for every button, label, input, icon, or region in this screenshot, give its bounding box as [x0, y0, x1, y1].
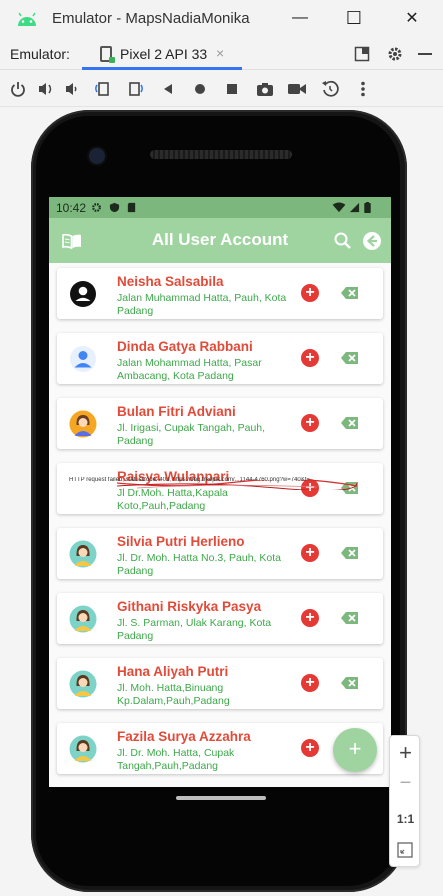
- front-camera: [89, 148, 105, 164]
- android-status-bar: 10:42: [49, 197, 391, 218]
- sd-card-status-icon: [127, 202, 136, 213]
- delete-icon[interactable]: [341, 286, 359, 300]
- fit-screen-icon[interactable]: [397, 842, 413, 858]
- zoom-panel: + − 1:1: [389, 735, 420, 867]
- rotate-left-icon[interactable]: [92, 79, 112, 99]
- window-title: Emulator - MapsNadiaMonika: [52, 10, 250, 27]
- record-icon[interactable]: [287, 79, 307, 99]
- tab-active-indicator: [82, 67, 242, 70]
- emulator-window: Emulator - MapsNadiaMonika — ☐ ✕ Emulato…: [0, 0, 443, 896]
- device-screen[interactable]: 10:42 All User Account Neisha Salsabila …: [49, 197, 391, 787]
- device-tab-bar: Emulator: Pixel 2 API 33 ×: [0, 38, 443, 70]
- woman-teal-avatar: [69, 540, 97, 568]
- user-name: Bulan Fitri Adviani: [117, 404, 236, 419]
- woman-teal-avatar: [69, 605, 97, 633]
- add-icon[interactable]: +: [301, 544, 319, 562]
- minimize-panel-icon[interactable]: [415, 44, 435, 64]
- device-icon: [100, 46, 115, 63]
- gesture-bar[interactable]: [176, 796, 266, 800]
- maximize-button[interactable]: ☐: [342, 6, 366, 30]
- zoom-ratio-button[interactable]: 1:1: [390, 812, 421, 826]
- user-address: Jl. Moh. Hatta,Binuang Kp.Dalam,Pauh,Pad…: [117, 682, 230, 707]
- delete-icon[interactable]: [341, 351, 359, 365]
- layout-icon[interactable]: [352, 44, 372, 64]
- broken-image: [117, 480, 357, 490]
- add-user-fab[interactable]: +: [333, 728, 377, 772]
- user-card[interactable]: Bulan Fitri Adviani Jl. Irigasi, Cupak T…: [57, 398, 383, 449]
- volume-down-icon[interactable]: [62, 79, 82, 99]
- wifi-icon: [332, 202, 346, 213]
- cell-signal-icon: [349, 202, 360, 213]
- delete-icon[interactable]: [341, 416, 359, 430]
- logout-icon[interactable]: [361, 230, 383, 252]
- add-icon[interactable]: +: [301, 609, 319, 627]
- zoom-in-button[interactable]: +: [390, 740, 421, 766]
- emulator-toolbar: [0, 71, 443, 107]
- settings-status-icon: [92, 203, 101, 212]
- add-icon[interactable]: +: [301, 739, 319, 757]
- tab-close-icon[interactable]: ×: [216, 45, 224, 61]
- delete-icon[interactable]: [341, 676, 359, 690]
- title-bar: Emulator - MapsNadiaMonika — ☐ ✕: [0, 0, 443, 38]
- more-icon[interactable]: [353, 79, 373, 99]
- woman-teal-avatar: [69, 670, 97, 698]
- default-person-icon: [70, 281, 96, 307]
- zoom-out-button[interactable]: −: [390, 772, 421, 795]
- add-icon[interactable]: +: [301, 284, 319, 302]
- user-card[interactable]: Neisha Salsabila Jalan Muhammad Hatta, P…: [57, 268, 383, 319]
- user-address: Jl. Irigasi, Cupak Tangah, Pauh, Padang: [117, 422, 266, 447]
- delete-icon[interactable]: [341, 611, 359, 625]
- volume-up-icon[interactable]: [36, 79, 56, 99]
- user-name: Dinda Gatya Rabbani: [117, 339, 253, 354]
- overview-icon[interactable]: [222, 79, 242, 99]
- back-icon[interactable]: [158, 79, 178, 99]
- woman-teal-avatar: [69, 735, 97, 763]
- gear-icon[interactable]: [385, 44, 405, 64]
- speaker-grille: [150, 150, 292, 159]
- user-list[interactable]: Neisha Salsabila Jalan Muhammad Hatta, P…: [49, 263, 391, 787]
- user-address: Jalan Muhammad Hatta, Pauh, Kota Padang: [117, 292, 287, 317]
- user-address: Jl. S. Parman, Ulak Karang, Kota Padang: [117, 617, 272, 642]
- minimize-button[interactable]: —: [288, 6, 312, 30]
- close-button[interactable]: ✕: [400, 6, 424, 30]
- user-address: Jl Dr.Moh. Hatta,Kapala Koto,Pauh,Padang: [117, 487, 228, 512]
- user-name: Silvia Putri Herlieno: [117, 534, 245, 549]
- add-icon[interactable]: +: [301, 414, 319, 432]
- power-icon[interactable]: [8, 79, 28, 99]
- screenshot-icon[interactable]: [255, 79, 275, 99]
- emulator-label: Emulator:: [10, 46, 70, 62]
- user-name: Neisha Salsabila: [117, 274, 224, 289]
- user-name: Fazila Surya Azzahra: [117, 729, 251, 744]
- shield-status-icon: [109, 202, 120, 213]
- add-icon[interactable]: +: [301, 674, 319, 692]
- user-card[interactable]: Hana Aliyah Putri Jl. Moh. Hatta,Binuang…: [57, 658, 383, 709]
- tab-label: Pixel 2 API 33: [120, 46, 208, 62]
- user-name: Githani Riskyka Pasya: [117, 599, 262, 614]
- user-card[interactable]: Raisya Wulanpari Jl Dr.Moh. Hatta,Kapala…: [57, 463, 383, 514]
- user-card[interactable]: Dinda Gatya Rabbani Jalan Mohammad Hatta…: [57, 333, 383, 384]
- add-icon[interactable]: +: [301, 349, 319, 367]
- user-card[interactable]: Silvia Putri Herlieno Jl. Dr. Moh. Hatta…: [57, 528, 383, 579]
- user-address: Jalan Mohammad Hatta, Pasar Ambacang, Ko…: [117, 357, 262, 382]
- status-time: 10:42: [56, 201, 87, 215]
- user-address: Jl. Dr. Moh. Hatta, Cupak Tangah,Pauh,Pa…: [117, 747, 235, 772]
- android-icon: [18, 12, 36, 26]
- replay-icon[interactable]: [320, 79, 340, 99]
- app-bar: All User Account: [49, 218, 391, 263]
- battery-icon: [364, 202, 371, 213]
- user-card[interactable]: Githani Riskyka Pasya Jl. S. Parman, Ula…: [57, 593, 383, 644]
- blue-person-icon: [70, 346, 96, 372]
- home-icon[interactable]: [190, 79, 210, 99]
- search-icon[interactable]: [332, 230, 354, 252]
- rotate-right-icon[interactable]: [126, 79, 146, 99]
- user-name: Hana Aliyah Putri: [117, 664, 229, 679]
- woman-orange-avatar: [69, 410, 97, 438]
- tab-pixel-2[interactable]: Pixel 2 API 33 ×: [82, 38, 242, 70]
- user-address: Jl. Dr. Moh. Hatta No.3, Pauh, Kota Pada…: [117, 552, 281, 577]
- delete-icon[interactable]: [341, 546, 359, 560]
